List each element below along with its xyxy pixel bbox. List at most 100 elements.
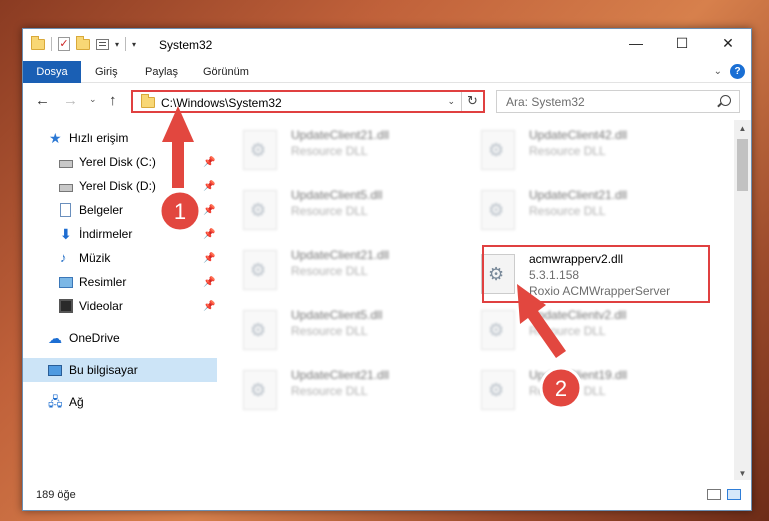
sidebar-item-local-disk-c[interactable]: Yerel Disk (C:) 📌 xyxy=(23,150,217,174)
sidebar-item-documents[interactable]: Belgeler 📌 xyxy=(23,198,217,222)
list-item[interactable]: UpdateClient21.dll Resource DLL xyxy=(239,244,459,296)
sidebar-item-onedrive[interactable]: ☁ OneDrive xyxy=(23,326,217,350)
sidebar-item-label: Resimler xyxy=(79,275,127,289)
sidebar-item-label: Belgeler xyxy=(79,203,124,217)
search-input[interactable]: Ara: System32 xyxy=(496,90,740,113)
tiles-view-icon[interactable] xyxy=(727,489,741,500)
tab-view[interactable]: Görünüm xyxy=(203,61,249,83)
customize-toolbar-icon[interactable]: ▾ xyxy=(132,40,136,49)
properties-check-icon[interactable]: ✓ xyxy=(58,37,70,51)
navigation-bar: ← → ⌄ ↑ C:\Windows\System32 ⌄ ↻ Ara: Sys… xyxy=(23,84,751,120)
expand-ribbon-icon[interactable]: ⌄ xyxy=(714,66,722,77)
pin-icon[interactable]: 📌 xyxy=(203,205,215,216)
file-highlight-box xyxy=(482,245,710,303)
status-bar: 189 öğe xyxy=(23,480,751,510)
file-name: UpdateClient5.dll xyxy=(291,308,383,322)
list-item[interactable]: UpdateClientv2.dll Resource DLL xyxy=(477,304,697,356)
list-item[interactable]: UpdateClient19.dll Resource DLL xyxy=(477,364,697,416)
minimize-button[interactable]: — xyxy=(613,29,659,59)
scroll-up-icon[interactable]: ▲ xyxy=(734,120,751,137)
dll-file-icon xyxy=(481,310,515,350)
back-arrow-icon[interactable]: ← xyxy=(35,92,50,109)
cloud-icon: ☁ xyxy=(48,330,62,346)
new-folder-icon[interactable] xyxy=(76,35,90,50)
folder-icon xyxy=(141,94,155,108)
details-view-icon[interactable] xyxy=(707,489,721,500)
disk-icon xyxy=(59,159,73,168)
file-description: Resource DLL xyxy=(291,264,368,278)
file-name: UpdateClient19.dll xyxy=(529,368,628,382)
help-icon[interactable]: ? xyxy=(730,64,745,79)
file-description: Resource DLL xyxy=(529,144,606,158)
address-path: C:\Windows\System32 xyxy=(161,96,282,110)
ribbon: Dosya Giriş Paylaş Görünüm ⌄ ? xyxy=(23,61,751,83)
list-item[interactable]: UpdateClient21.dll Resource DLL xyxy=(477,184,697,236)
sidebar-item-downloads[interactable]: ⬇ İndirmeler 📌 xyxy=(23,222,217,246)
pin-icon[interactable]: 📌 xyxy=(203,181,215,192)
file-list: UpdateClient21.dll Resource DLL UpdateCl… xyxy=(217,120,735,482)
search-icon xyxy=(720,95,731,106)
explorer-window: ✓ ▾ ▾ System32 — ☐ ✕ Dosya Giriş Paylaş … xyxy=(22,28,752,511)
quick-access-toolbar: ✓ ▾ ▾ xyxy=(31,35,136,51)
list-item[interactable]: UpdateClient42.dll Resource DLL xyxy=(477,124,697,176)
address-bar[interactable]: C:\Windows\System32 ⌄ ↻ xyxy=(131,90,485,113)
pin-icon[interactable]: 📌 xyxy=(203,229,215,240)
dll-file-icon xyxy=(243,190,277,230)
tab-home[interactable]: Giriş xyxy=(95,61,118,83)
up-arrow-icon[interactable]: ↑ xyxy=(109,92,117,109)
sidebar-item-label: Videolar xyxy=(79,299,123,313)
sidebar-item-label: Bu bilgisayar xyxy=(69,363,138,377)
sidebar-item-label: Ağ xyxy=(69,395,84,409)
recent-locations-icon[interactable]: ⌄ xyxy=(89,94,97,105)
vertical-scrollbar[interactable]: ▲ ▼ xyxy=(734,120,751,482)
sidebar-item-label: İndirmeler xyxy=(79,227,133,241)
sidebar-item-pictures[interactable]: Resimler 📌 xyxy=(23,270,217,294)
dll-file-icon xyxy=(243,310,277,350)
sidebar-item-music[interactable]: ♪ Müzik 📌 xyxy=(23,246,217,270)
list-item[interactable]: UpdateClient5.dll Resource DLL xyxy=(239,304,459,356)
tab-share[interactable]: Paylaş xyxy=(145,61,178,83)
scroll-thumb[interactable] xyxy=(737,139,748,191)
pin-icon[interactable]: 📌 xyxy=(203,301,215,312)
pin-icon[interactable]: 📌 xyxy=(203,157,215,168)
file-name: UpdateClient5.dll xyxy=(291,188,383,202)
sidebar-item-label: Hızlı erişim xyxy=(69,131,129,145)
tab-file[interactable]: Dosya xyxy=(23,61,81,83)
pin-icon[interactable]: 📌 xyxy=(203,253,215,264)
folder-icon xyxy=(31,35,45,50)
sidebar-item-label: OneDrive xyxy=(69,331,120,345)
video-icon xyxy=(59,299,73,313)
dll-file-icon xyxy=(243,370,277,410)
maximize-button[interactable]: ☐ xyxy=(659,29,705,59)
sidebar-item-network[interactable]: 🖧 Ağ xyxy=(23,390,217,414)
pin-icon[interactable]: 📌 xyxy=(203,277,215,288)
close-button[interactable]: ✕ xyxy=(705,29,751,59)
window-title: System32 xyxy=(159,38,213,52)
title-bar: ✓ ▾ ▾ System32 — ☐ ✕ xyxy=(23,29,751,61)
list-item[interactable]: UpdateClient5.dll Resource DLL xyxy=(239,184,459,236)
chevron-down-icon[interactable]: ⌄ xyxy=(447,96,455,107)
sidebar-item-label: Yerel Disk (C:) xyxy=(79,155,156,169)
list-item[interactable]: UpdateClient21.dll Resource DLL xyxy=(239,124,459,176)
dll-file-icon xyxy=(243,250,277,290)
computer-icon xyxy=(48,364,62,376)
sidebar-item-quick-access[interactable]: ★ Hızlı erişim xyxy=(23,126,217,150)
sidebar-item-local-disk-d[interactable]: Yerel Disk (D:) 📌 xyxy=(23,174,217,198)
file-name: UpdateClient21.dll xyxy=(291,368,390,382)
list-item[interactable]: UpdateClient21.dll Resource DLL xyxy=(239,364,459,416)
file-description: Resource DLL xyxy=(291,144,368,158)
sidebar-item-this-pc[interactable]: Bu bilgisayar xyxy=(23,358,217,382)
file-description: Resource DLL xyxy=(529,204,606,218)
refresh-icon[interactable]: ↻ xyxy=(461,92,483,111)
file-name: UpdateClient21.dll xyxy=(291,248,390,262)
navigation-pane: ★ Hızlı erişim Yerel Disk (C:) 📌 Yerel D… xyxy=(23,120,217,482)
file-description: Resource DLL xyxy=(529,384,606,398)
sidebar-item-videos[interactable]: Videolar 📌 xyxy=(23,294,217,318)
forward-arrow-icon[interactable]: → xyxy=(63,92,78,109)
chevron-down-icon[interactable]: ▾ xyxy=(115,40,119,49)
pictures-icon xyxy=(59,276,73,288)
ribbon-controls: ⌄ ? xyxy=(714,64,745,79)
properties-icon[interactable] xyxy=(96,38,109,50)
file-description: Resource DLL xyxy=(291,384,368,398)
sidebar-item-label: Yerel Disk (D:) xyxy=(79,179,156,193)
